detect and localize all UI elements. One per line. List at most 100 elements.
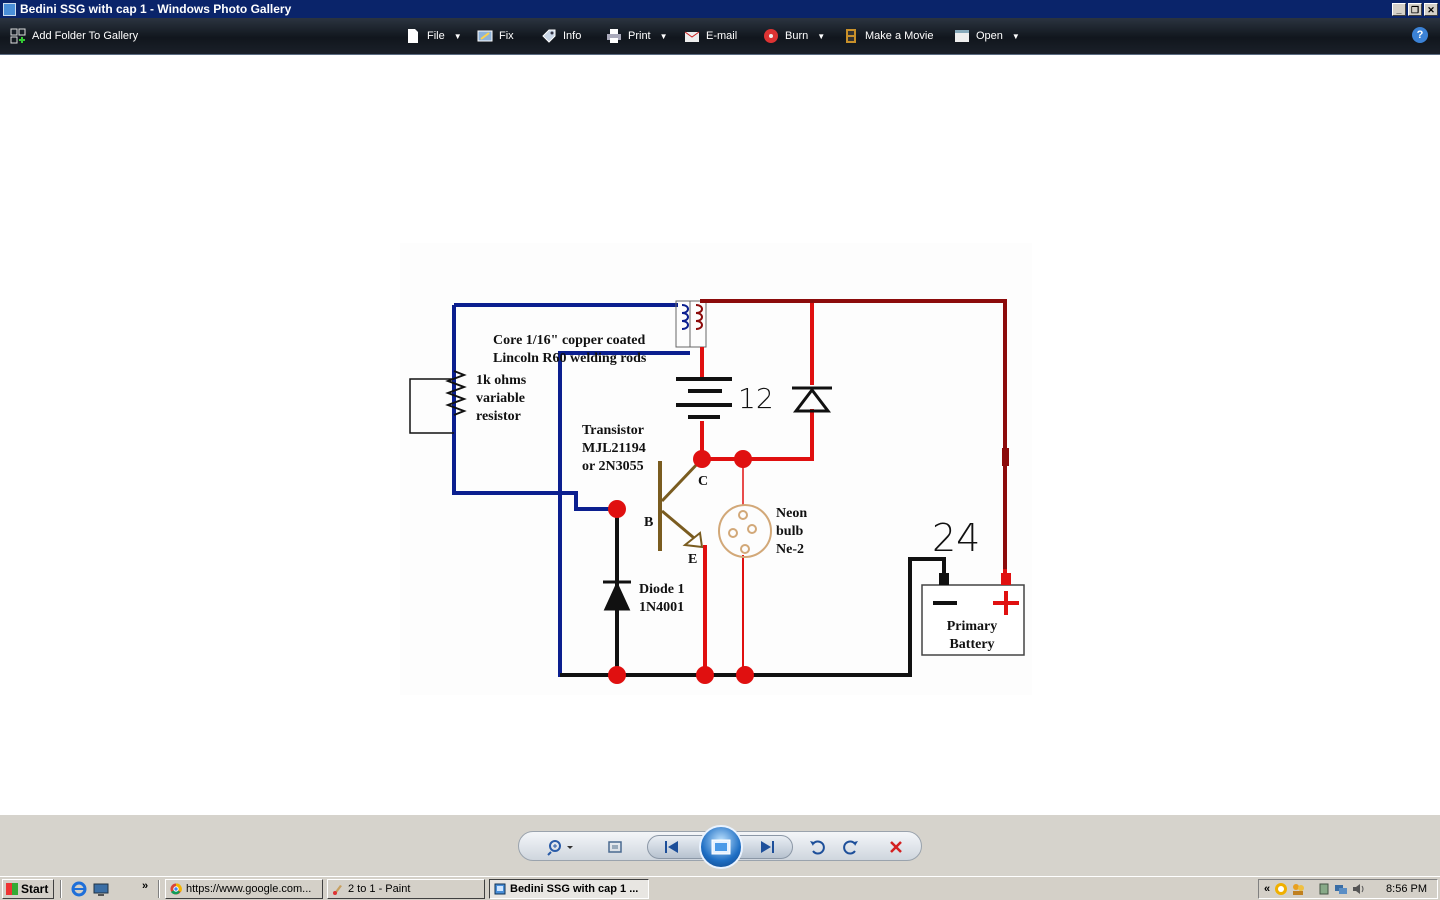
task-label: Bedini SSG with cap 1 ... — [510, 883, 639, 895]
base-label: B — [644, 515, 653, 530]
info-label: Info — [563, 30, 582, 42]
photo-gallery-icon — [494, 883, 506, 895]
diode-symbol-top — [792, 386, 832, 413]
email-button[interactable]: E-mail — [684, 18, 737, 54]
show-desktop-icon[interactable] — [93, 881, 109, 897]
task-label: 2 to 1 - Paint — [348, 883, 411, 895]
print-menu[interactable]: Print ▼ — [606, 18, 668, 54]
file-menu[interactable]: File ▼ — [405, 18, 462, 54]
task-label: https://www.google.com... — [186, 883, 312, 895]
photo-gallery-icon — [3, 2, 16, 16]
transistor-label-line2: MJL21194 — [582, 441, 646, 456]
open-label: Open — [976, 30, 1003, 42]
task-chrome[interactable]: https://www.google.com... — [165, 879, 323, 899]
battery-label-line2: Battery — [949, 637, 994, 652]
emitter-label: E — [688, 552, 697, 567]
rotate-clockwise-button[interactable] — [839, 832, 863, 862]
add-folder-label: Add Folder To Gallery — [32, 30, 139, 42]
fix-icon — [477, 30, 493, 42]
control-bar — [518, 825, 922, 869]
rotate-counterclockwise-button[interactable] — [805, 832, 829, 862]
taskbar-separator — [158, 880, 160, 898]
printer-icon — [607, 29, 621, 43]
chevron-down-icon: ▼ — [659, 31, 668, 41]
delete-button[interactable] — [884, 832, 908, 862]
neon-label-line3: Ne-2 — [776, 542, 804, 557]
task-paint[interactable]: 2 to 1 - Paint — [327, 879, 485, 899]
title-bar: Bedini SSG with cap 1 - Windows Photo Ga… — [0, 0, 1440, 18]
window-icon — [955, 30, 969, 42]
resistor-label-line2: variable — [476, 391, 525, 406]
volume-icon[interactable] — [1351, 882, 1365, 896]
task-photo-gallery[interactable]: Bedini SSG with cap 1 ... — [489, 879, 649, 899]
slideshow-button[interactable] — [699, 825, 743, 869]
rotate-left-icon — [810, 840, 825, 855]
core-label-line1: Core 1/16" copper coated — [493, 333, 645, 348]
wire-joint — [1002, 448, 1009, 466]
next-button[interactable] — [755, 832, 779, 862]
fix-label: Fix — [499, 30, 514, 42]
zoom-button[interactable] — [541, 832, 581, 862]
blue-wire-inner — [558, 351, 690, 677]
coil — [675, 300, 707, 348]
make-movie-label: Make a Movie — [865, 30, 934, 42]
add-folder-icon — [10, 28, 26, 44]
taskbar-separator — [60, 880, 62, 898]
fix-button[interactable]: Fix — [477, 18, 514, 54]
voltage-12-label: 12 — [738, 382, 774, 415]
minimize-button[interactable]: _ — [1392, 2, 1406, 16]
safely-remove-icon[interactable] — [1317, 882, 1331, 896]
transistor-symbol — [658, 459, 704, 551]
battery-label-line1: Primary — [947, 619, 998, 634]
quick-launch-chevron[interactable]: » — [142, 880, 148, 892]
circuit-diagram-image: Core 1/16" copper coated Lincoln R60 wel… — [400, 243, 1032, 695]
film-icon — [846, 29, 856, 43]
neon-bulb-symbol — [718, 504, 772, 558]
info-button[interactable]: Info — [541, 18, 581, 54]
start-button[interactable]: Start — [2, 879, 54, 899]
make-movie-button[interactable]: Make a Movie — [843, 18, 933, 54]
print-label: Print — [628, 30, 651, 42]
transistor-label-line1: Transistor — [582, 423, 644, 438]
collector-label: C — [698, 474, 708, 489]
core-label-line2: Lincoln R60 welding rods — [493, 351, 647, 366]
toolbar: Add Folder To Gallery File ▼ Fix Info Pri… — [0, 18, 1440, 55]
add-folder-button[interactable]: Add Folder To Gallery — [10, 18, 138, 54]
next-icon — [761, 841, 774, 853]
windows-logo-icon — [6, 883, 18, 895]
help-button[interactable]: ? — [1412, 27, 1428, 43]
previous-button[interactable] — [660, 832, 684, 862]
internet-explorer-icon[interactable] — [71, 881, 87, 897]
neon-label-line1: Neon — [776, 506, 807, 521]
norton-icon[interactable] — [1274, 882, 1288, 896]
diode1-label-line1: Diode 1 — [639, 582, 685, 597]
neon-label-line2: bulb — [776, 524, 803, 539]
close-button[interactable]: ✕ — [1424, 2, 1438, 16]
resistor-label-line1: 1k ohms — [476, 373, 527, 388]
photo-viewer: Core 1/16" copper coated Lincoln R60 wel… — [0, 55, 1440, 815]
email-icon — [684, 31, 700, 42]
open-menu[interactable]: Open ▼ — [954, 18, 1020, 54]
slideshow-icon — [711, 839, 731, 855]
chevron-down-icon: ▼ — [453, 31, 462, 41]
transistor-label-line3: or 2N3055 — [582, 459, 644, 474]
restore-button[interactable]: ❐ — [1408, 2, 1422, 16]
burn-label: Burn — [785, 30, 809, 42]
users-icon[interactable] — [1291, 882, 1305, 896]
fit-icon — [608, 841, 622, 853]
window-controls: _ ❐ ✕ — [1392, 2, 1438, 16]
chevron-down-icon: ▼ — [1011, 31, 1020, 41]
network-icon[interactable] — [1334, 882, 1348, 896]
system-tray: « 8:56 PM — [1258, 879, 1438, 899]
tray-chevron[interactable]: « — [1264, 883, 1270, 895]
file-label: File — [427, 30, 445, 42]
chrome-icon — [170, 883, 182, 895]
diode1-symbol — [603, 580, 631, 611]
magnifier-icon — [547, 840, 573, 856]
actual-size-button[interactable] — [603, 832, 627, 862]
clock[interactable]: 8:56 PM — [1386, 880, 1427, 898]
delete-icon — [890, 841, 902, 853]
voltage-24-label: 24 — [932, 516, 980, 560]
burn-menu[interactable]: Burn ▼ — [763, 18, 825, 54]
viewer-controls — [0, 815, 1440, 876]
